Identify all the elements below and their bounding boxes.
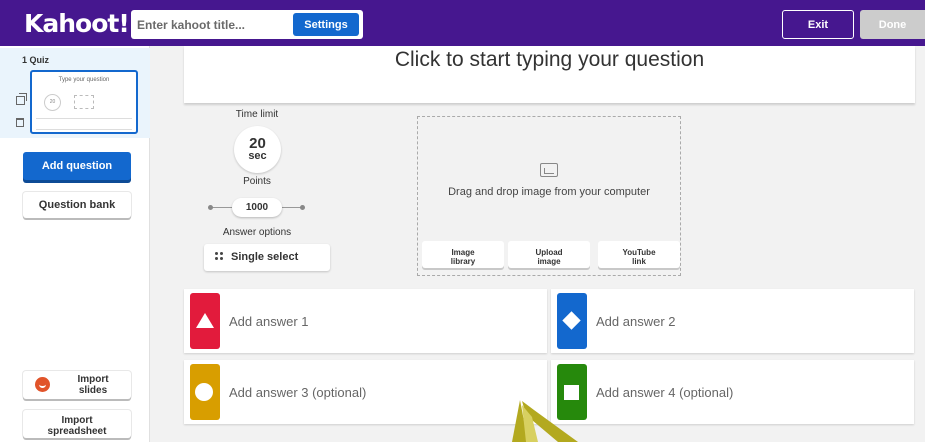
- upload-image-button[interactable]: Upload image: [508, 241, 590, 268]
- answer-type-select[interactable]: Single select: [204, 244, 330, 271]
- title-box: Settings: [131, 10, 363, 39]
- kahoot-logo[interactable]: Kahoot!: [24, 9, 130, 38]
- answer-2-input[interactable]: Add answer 2: [596, 314, 676, 329]
- import-slides-label: Import slides: [77, 374, 109, 396]
- thumb-image-placeholder: [74, 95, 94, 109]
- powerpoint-icon: [35, 377, 50, 392]
- exit-button[interactable]: Exit: [782, 10, 854, 39]
- question-placeholder[interactable]: Click to start typing your question: [184, 46, 915, 72]
- time-value: 20: [249, 135, 266, 152]
- mouse-cursor-icon: [512, 400, 578, 442]
- youtube-link-button[interactable]: YouTube link: [598, 241, 680, 268]
- add-question-button[interactable]: Add question: [23, 152, 131, 180]
- thumb-answers: [36, 118, 132, 130]
- question-bank-button[interactable]: Question bank: [23, 192, 131, 218]
- image-library-button[interactable]: Image library: [422, 241, 504, 268]
- thumb-timer: 20: [44, 94, 61, 111]
- done-button[interactable]: Done: [860, 10, 925, 39]
- circle-icon: [195, 383, 213, 401]
- trash-icon[interactable]: [16, 118, 24, 127]
- points-selector[interactable]: 1000: [232, 198, 282, 217]
- image-icon: [540, 163, 558, 177]
- answer-options-label: Answer options: [222, 227, 292, 238]
- answer-2[interactable]: Add answer 2: [551, 289, 914, 353]
- answer-1-color: [190, 293, 220, 349]
- diamond-icon: [562, 311, 581, 330]
- grid-dots-icon: [215, 252, 224, 262]
- settings-button[interactable]: Settings: [293, 13, 359, 36]
- answer-type-label: Single select: [231, 251, 299, 263]
- thumb-title: Type your question: [58, 77, 110, 83]
- question-input-box[interactable]: Click to start typing your question: [184, 46, 915, 103]
- duplicate-icon[interactable]: [16, 93, 27, 105]
- time-limit-label: Time limit: [235, 109, 279, 120]
- import-slides-button[interactable]: Import slides: [23, 371, 131, 399]
- answer-1-input[interactable]: Add answer 1: [229, 314, 309, 329]
- image-drop-zone[interactable]: Drag and drop image from your computer I…: [417, 116, 681, 276]
- answer-2-color: [557, 293, 587, 349]
- points-max-dot[interactable]: [300, 205, 305, 210]
- points-label: Points: [243, 176, 271, 187]
- time-limit-selector[interactable]: 20 sec: [234, 126, 281, 173]
- slide-thumbnail[interactable]: Type your question 20: [30, 70, 138, 134]
- answer-3[interactable]: Add answer 3 (optional): [184, 360, 547, 424]
- slide-label: 1 Quiz: [22, 55, 50, 65]
- import-spreadsheet-button[interactable]: Import spreadsheet: [23, 410, 131, 438]
- time-unit: sec: [248, 150, 267, 162]
- answer-3-input[interactable]: Add answer 3 (optional): [229, 385, 366, 400]
- answer-4-input[interactable]: Add answer 4 (optional): [596, 385, 733, 400]
- slides-sidebar: 1 Quiz Type your question 20 Add questio…: [0, 46, 150, 442]
- slide-item-1[interactable]: 1 Quiz Type your question 20: [0, 48, 150, 138]
- kahoot-title-input[interactable]: [137, 15, 287, 34]
- drag-drop-text: Drag and drop image from your computer: [448, 186, 650, 198]
- answer-1[interactable]: Add answer 1: [184, 289, 547, 353]
- answer-3-color: [190, 364, 220, 420]
- triangle-icon: [196, 313, 214, 328]
- answer-4[interactable]: Add answer 4 (optional): [551, 360, 914, 424]
- top-bar: Kahoot! Settings Exit Done: [0, 0, 925, 46]
- points-min-dot[interactable]: [208, 205, 213, 210]
